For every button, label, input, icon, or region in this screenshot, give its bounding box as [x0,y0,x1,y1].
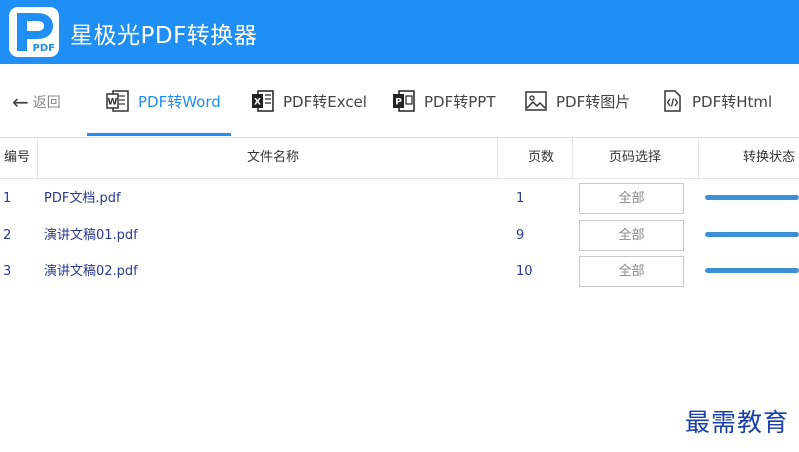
arrow-left-icon: ← [12,90,29,114]
html-icon [660,89,684,113]
back-button[interactable]: ← 返回 [12,92,61,112]
back-label: 返回 [32,95,61,111]
watermark: 最需教育 [684,408,789,437]
tab-bar: ← 返回 W PDF转Word X PDF转Excel P PDF转PPT PD… [0,64,799,138]
row-file-name: PDF文档.pdf [44,191,121,206]
ppt-icon: P [392,89,416,113]
app-logo: PDF [9,7,59,57]
tab-pdf-to-html[interactable]: PDF转Html [660,88,772,114]
header-page-select: 页码选择 [609,150,662,165]
header-pages: 页数 [528,150,555,165]
app-title: 星极光PDF转换器 [70,23,258,49]
header-file-name: 文件名称 [247,150,300,165]
svg-text:W: W [108,98,118,108]
progress-fill [705,195,799,200]
tab-label: PDF转Html [692,92,773,111]
tab-pdf-to-ppt[interactable]: P PDF转PPT [392,88,495,114]
logo-text: PDF [32,43,55,54]
tab-pdf-to-image[interactable]: PDF转图片 [524,88,630,114]
column-divider [497,138,498,178]
row-pages: 1 [516,191,525,206]
excel-icon: X [251,89,275,113]
tab-label: PDF转PPT [424,92,496,111]
tab-pdf-to-excel[interactable]: X PDF转Excel [251,88,367,114]
progress-bar [705,232,799,237]
progress-fill [705,268,799,273]
column-divider [572,138,573,178]
svg-text:X: X [254,98,261,108]
table-header: 编号 文件名称 页数 页码选择 转换状态 [0,138,799,179]
word-icon: W [106,89,130,113]
row-pages: 9 [516,228,525,243]
svg-text:P: P [395,98,402,108]
row-index: 1 [3,191,12,206]
table-row[interactable]: 3 演讲文稿02.pdf 10 全部 [0,253,799,290]
tab-pdf-to-word[interactable]: W PDF转Word [106,88,221,114]
tab-label: PDF转图片 [556,92,631,111]
image-icon [524,89,548,113]
column-divider [37,138,38,178]
progress-fill [705,232,799,237]
column-divider [698,138,699,178]
progress-bar [705,268,799,273]
table-row[interactable]: 2 演讲文稿01.pdf 9 全部 [0,217,799,254]
tab-label: PDF转Excel [283,92,367,111]
row-file-name: 演讲文稿02.pdf [44,264,138,279]
row-file-name: 演讲文稿01.pdf [44,228,138,243]
header-index: 编号 [4,150,31,165]
active-tab-indicator [87,133,231,136]
progress-bar [705,195,799,200]
row-index: 3 [3,264,12,279]
row-index: 2 [3,228,12,243]
title-bar: PDF 星极光PDF转换器 [0,0,799,64]
tab-label: PDF转Word [138,92,221,111]
table-row[interactable]: 1 PDF文档.pdf 1 全部 [0,180,799,217]
header-status: 转换状态 [743,150,796,165]
page-select-button[interactable]: 全部 [579,183,684,214]
row-pages: 10 [516,264,533,279]
page-select-button[interactable]: 全部 [579,220,684,251]
page-select-button[interactable]: 全部 [579,256,684,287]
